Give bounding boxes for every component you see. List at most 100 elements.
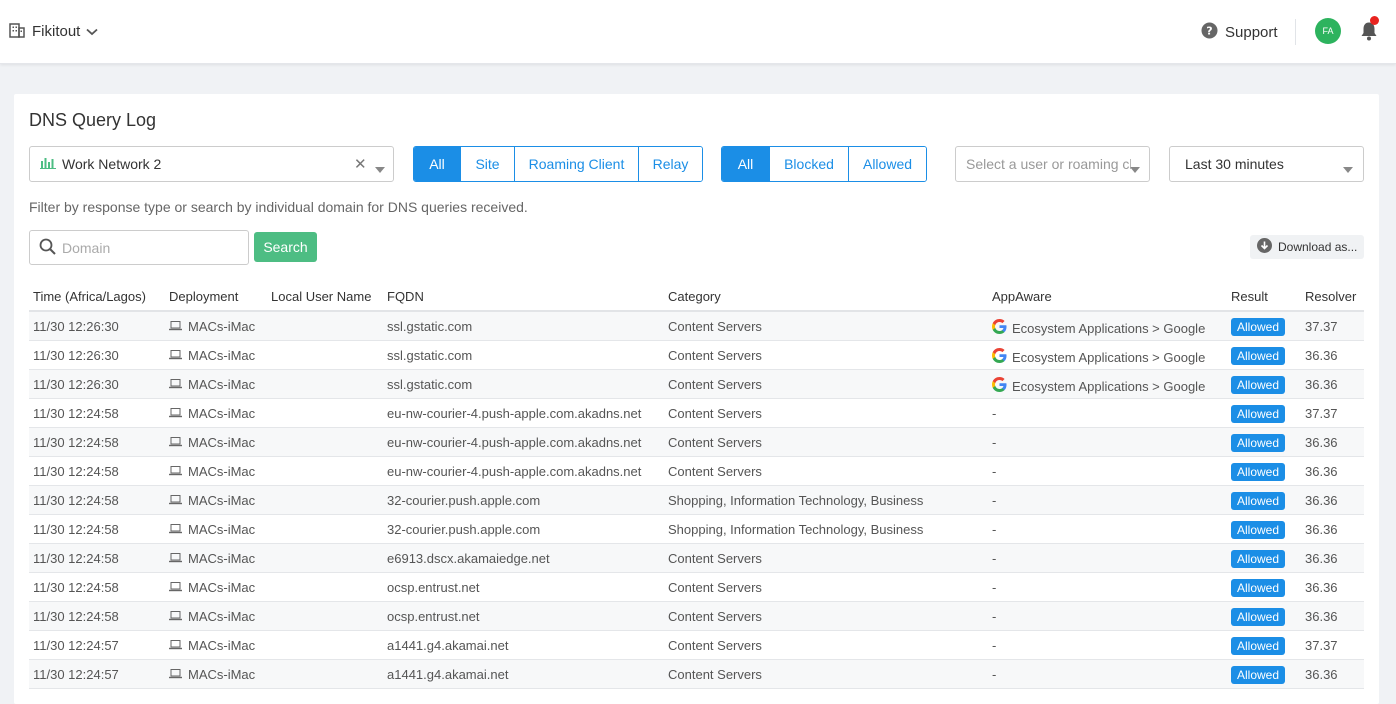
result-option-blocked[interactable]: Blocked <box>769 147 848 181</box>
result-type-toggle: All Blocked Allowed <box>721 146 927 182</box>
category-cell: Content Servers <box>668 348 762 363</box>
avatar[interactable]: FA <box>1315 18 1341 44</box>
deployment-cell[interactable]: MACs-iMac <box>169 609 255 624</box>
time-cell: 11/30 12:26:30 <box>33 319 119 334</box>
table-row[interactable]: 11/30 12:26:30 MACs-iMac ssl.gstatic.com Co… <box>29 370 1364 399</box>
appaware-cell: - <box>992 638 997 653</box>
result-option-all[interactable]: All <box>722 147 769 181</box>
user-select[interactable] <box>955 146 1150 182</box>
result-badge: Allowed <box>1231 521 1286 539</box>
laptop-icon <box>169 493 182 508</box>
column-header-resolver[interactable]: Resolver <box>1305 289 1356 304</box>
org-switcher[interactable]: Fikitout <box>9 22 98 41</box>
column-header-local-user[interactable]: Local User Name <box>271 289 371 304</box>
google-icon <box>992 348 1007 366</box>
table-row[interactable]: 11/30 12:24:58 MACs-iMac ocsp.entrust.net C… <box>29 602 1364 631</box>
resolver-cell: 36.36 <box>1305 377 1338 392</box>
caret-down-icon[interactable] <box>1130 161 1140 176</box>
laptop-icon <box>169 522 182 537</box>
table-row[interactable]: 11/30 12:24:58 MACs-iMac ocsp.entrust.net C… <box>29 573 1364 602</box>
resolver-cell: 36.36 <box>1305 435 1338 450</box>
category-cell: Content Servers <box>668 551 762 566</box>
caret-down-icon[interactable] <box>1343 161 1353 176</box>
deployment-name: MACs-iMac <box>188 377 256 392</box>
time-range-select[interactable]: Last 30 minutes <box>1169 146 1364 182</box>
table-row[interactable]: 11/30 12:24:58 MACs-iMac 32-courier.push.a… <box>29 486 1364 515</box>
result-badge: Allowed <box>1231 463 1286 481</box>
time-cell: 11/30 12:24:58 <box>33 551 119 566</box>
result-badge: Allowed <box>1231 434 1286 452</box>
column-header-category[interactable]: Category <box>668 289 721 304</box>
caret-down-icon[interactable] <box>375 161 385 176</box>
column-header-time[interactable]: Time (Africa/Lagos) <box>33 289 146 304</box>
deployment-option-relay[interactable]: Relay <box>638 147 702 181</box>
deployment-cell[interactable]: MACs-iMac <box>169 580 255 595</box>
deployment-name: MACs-iMac <box>188 464 256 479</box>
deployment-option-roaming-client[interactable]: Roaming Client <box>514 147 638 181</box>
table-row[interactable]: 11/30 12:24:58 MACs-iMac eu-nw-courier-4.p… <box>29 399 1364 428</box>
header-divider <box>1295 19 1296 45</box>
deployment-cell[interactable]: MACs-iMac <box>169 522 255 537</box>
time-cell: 11/30 12:24:58 <box>33 522 119 537</box>
appaware-cell: Ecosystem Applications > Google <box>992 319 1205 337</box>
laptop-icon <box>169 377 182 392</box>
table-body: 11/30 12:26:30 MACs-iMac ssl.gstatic.com Co… <box>29 312 1364 689</box>
table-row[interactable]: 11/30 12:26:30 MACs-iMac ssl.gstatic.com Co… <box>29 341 1364 370</box>
deployment-option-all[interactable]: All <box>414 147 460 181</box>
column-header-result[interactable]: Result <box>1231 289 1268 304</box>
deployment-name: MACs-iMac <box>188 551 256 566</box>
deployment-cell[interactable]: MACs-iMac <box>169 319 255 334</box>
resolver-cell: 36.36 <box>1305 348 1338 363</box>
deployment-cell[interactable]: MACs-iMac <box>169 667 255 682</box>
search-icon <box>39 238 56 258</box>
deployment-option-site[interactable]: Site <box>460 147 514 181</box>
column-header-fqdn[interactable]: FQDN <box>387 289 424 304</box>
column-header-deployment[interactable]: Deployment <box>169 289 238 304</box>
domain-search-box[interactable] <box>29 230 249 265</box>
fqdn-cell: a1441.g4.akamai.net <box>387 667 509 682</box>
table-row[interactable]: 11/30 12:24:58 MACs-iMac eu-nw-courier-4.p… <box>29 457 1364 486</box>
user-select-input[interactable] <box>966 156 1131 172</box>
clear-icon[interactable]: ✕ <box>354 155 367 173</box>
laptop-icon <box>169 464 182 479</box>
resolver-cell: 36.36 <box>1305 580 1338 595</box>
download-button[interactable]: Download as... <box>1250 235 1364 259</box>
time-cell: 11/30 12:24:57 <box>33 667 119 682</box>
deployment-name: MACs-iMac <box>188 435 256 450</box>
laptop-icon <box>169 319 182 334</box>
deployment-cell[interactable]: MACs-iMac <box>169 435 255 450</box>
appaware-text: Ecosystem Applications > Google <box>1012 320 1206 336</box>
table-row[interactable]: 11/30 12:24:58 MACs-iMac eu-nw-courier-4.p… <box>29 428 1364 457</box>
network-select[interactable]: Work Network 2 ✕ <box>29 146 394 182</box>
time-cell: 11/30 12:24:58 <box>33 580 119 595</box>
support-link[interactable]: ? Support <box>1201 22 1278 42</box>
table-header: Time (Africa/Lagos) Deployment Local Use… <box>29 280 1364 312</box>
column-header-appaware[interactable]: AppAware <box>992 289 1052 304</box>
time-cell: 11/30 12:24:58 <box>33 464 119 479</box>
table-row[interactable]: 11/30 12:24:58 MACs-iMac e6913.dscx.akamai… <box>29 544 1364 573</box>
fqdn-cell: ocsp.entrust.net <box>387 580 480 595</box>
deployment-cell[interactable]: MACs-iMac <box>169 377 255 392</box>
deployment-cell[interactable]: MACs-iMac <box>169 551 255 566</box>
appaware-text: Ecosystem Applications > Google <box>1012 349 1206 365</box>
resolver-cell: 37.37 <box>1305 319 1338 334</box>
result-badge: Allowed <box>1231 492 1286 510</box>
deployment-name: MACs-iMac <box>188 609 256 624</box>
table-row[interactable]: 11/30 12:24:57 MACs-iMac a1441.g4.akamai.n… <box>29 631 1364 660</box>
fqdn-cell: 32-courier.push.apple.com <box>387 493 541 508</box>
table-row[interactable]: 11/30 12:24:58 MACs-iMac 32-courier.push.a… <box>29 515 1364 544</box>
laptop-icon <box>169 348 182 363</box>
deployment-cell[interactable]: MACs-iMac <box>169 348 255 363</box>
table-row[interactable]: 11/30 12:24:57 MACs-iMac a1441.g4.akamai.n… <box>29 660 1364 689</box>
org-name: Fikitout <box>32 23 81 40</box>
deployment-cell[interactable]: MACs-iMac <box>169 493 255 508</box>
deployment-cell[interactable]: MACs-iMac <box>169 464 255 479</box>
table-row[interactable]: 11/30 12:26:30 MACs-iMac ssl.gstatic.com Co… <box>29 312 1364 341</box>
resolver-cell: 36.36 <box>1305 522 1338 537</box>
search-button[interactable]: Search <box>254 232 317 262</box>
deployment-cell[interactable]: MACs-iMac <box>169 406 255 421</box>
domain-search-input[interactable] <box>62 239 242 256</box>
deployment-cell[interactable]: MACs-iMac <box>169 638 255 653</box>
appaware-text: Ecosystem Applications > Google <box>1012 378 1206 394</box>
result-option-allowed[interactable]: Allowed <box>848 147 926 181</box>
